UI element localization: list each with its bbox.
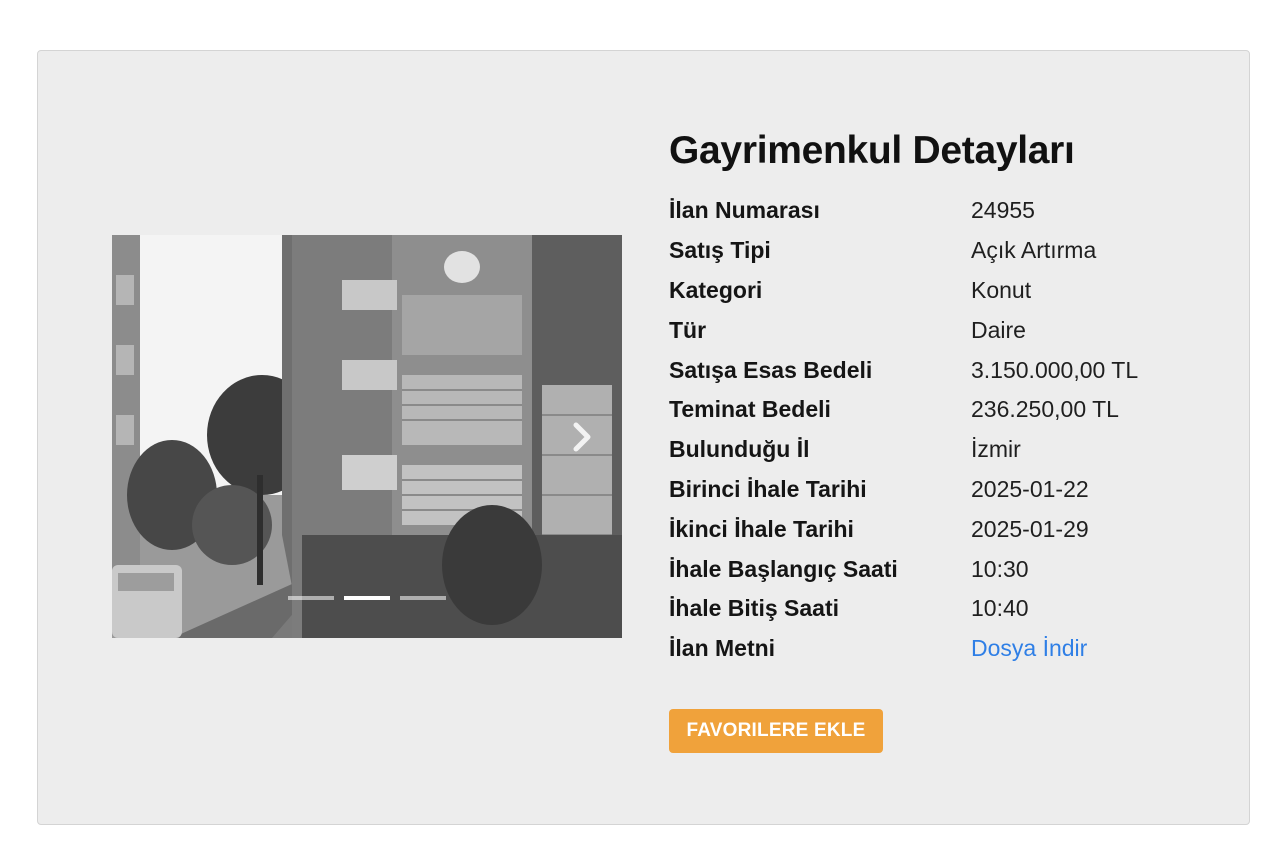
detail-value: Açık Artırma: [971, 237, 1097, 264]
detail-row-satisa-esas-bedeli: Satışa Esas Bedeli 3.150.000,00 TL: [669, 350, 1229, 390]
detail-label: Tür: [669, 316, 707, 343]
detail-label: Satış Tipi: [669, 237, 771, 264]
detail-value: Daire: [971, 316, 1026, 343]
detail-value: Konut: [971, 276, 1032, 303]
page-title: Gayrimenkul Detayları: [669, 129, 1075, 172]
detail-row-satis-tipi: Satış Tipi Açık Artırma: [669, 231, 1229, 271]
detail-label: Bulunduğu İl: [669, 436, 810, 463]
detail-value: 2025-01-22: [971, 475, 1089, 502]
detail-label: İhale Başlangıç Saati: [669, 555, 898, 582]
carousel-indicator-2[interactable]: [344, 596, 390, 600]
detail-row-ihale-baslangic-saati: İhale Başlangıç Saati 10:30: [669, 549, 1229, 589]
detail-value: İzmir: [971, 436, 1021, 463]
detail-row-teminat-bedeli: Teminat Bedeli 236.250,00 TL: [669, 390, 1229, 430]
chevron-right-icon: [573, 422, 591, 452]
detail-value: 10:40: [971, 595, 1029, 622]
detail-label: İhale Bitiş Saati: [669, 595, 840, 622]
detail-label: İlan Metni: [669, 635, 776, 662]
detail-row-ihale-bitis-saati: İhale Bitiş Saati 10:40: [669, 589, 1229, 629]
detail-row-kategori: Kategori Konut: [669, 271, 1229, 311]
download-document-link[interactable]: Dosya İndir: [971, 635, 1087, 662]
detail-value: 2025-01-29: [971, 515, 1089, 542]
property-photo: [112, 235, 622, 638]
detail-label: Satışa Esas Bedeli: [669, 356, 873, 383]
detail-label: İlan Numarası: [669, 197, 820, 224]
detail-label: İkinci İhale Tarihi: [669, 515, 854, 542]
carousel-next-button[interactable]: [568, 420, 596, 454]
detail-value: 236.250,00 TL: [971, 396, 1119, 423]
add-to-favorites-button[interactable]: FAVORILERE EKLE: [669, 709, 883, 753]
detail-value: 3.150.000,00 TL: [971, 356, 1139, 383]
property-detail-card: Gayrimenkul Detayları İlan Numarası 2495…: [37, 50, 1250, 825]
detail-row-ilan-metni: İlan Metni Dosya İndir: [669, 629, 1229, 669]
details-panel: Gayrimenkul Detayları İlan Numarası 2495…: [669, 127, 1229, 669]
detail-row-ikinci-ihale-tarihi: İkinci İhale Tarihi 2025-01-29: [669, 509, 1229, 549]
detail-row-bulundugu-il: Bulunduğu İl İzmir: [669, 430, 1229, 470]
detail-label: Birinci İhale Tarihi: [669, 475, 867, 502]
carousel-indicator-3[interactable]: [400, 596, 446, 600]
detail-row-tur: Tür Daire: [669, 310, 1229, 350]
details-table: İlan Numarası 24955 Satış Tipi Açık Artı…: [669, 191, 1229, 669]
detail-label: Teminat Bedeli: [669, 396, 831, 423]
detail-value: 10:30: [971, 555, 1029, 582]
detail-row-ilan-numarasi: İlan Numarası 24955: [669, 191, 1229, 231]
detail-value: 24955: [971, 197, 1035, 224]
carousel-indicator-1[interactable]: [288, 596, 334, 600]
detail-row-birinci-ihale-tarihi: Birinci İhale Tarihi 2025-01-22: [669, 470, 1229, 510]
carousel-indicators: [112, 596, 622, 600]
detail-label: Kategori: [669, 276, 763, 303]
image-carousel[interactable]: [112, 235, 622, 638]
